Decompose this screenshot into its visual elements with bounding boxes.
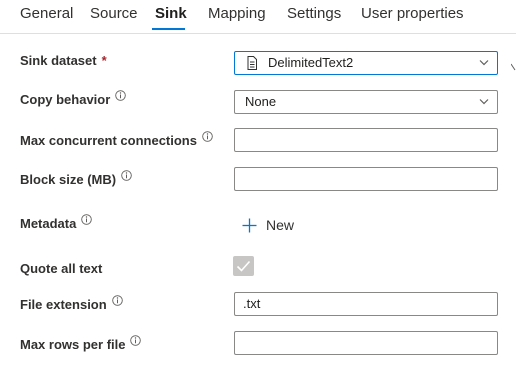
max-concurrent-connections-label-text: Max concurrent connections: [20, 133, 197, 148]
chevron-down-icon: [479, 60, 489, 66]
required-marker: *: [101, 53, 107, 68]
plus-icon: [242, 218, 257, 232]
block-size-label-text: Block size (MB): [20, 172, 117, 187]
copy-behavior-dropdown[interactable]: None: [234, 90, 498, 114]
scrollbar-arrow-icon[interactable]: [511, 63, 516, 71]
tab-settings[interactable]: Settings: [287, 5, 341, 22]
block-size-label: Block size (MB): [20, 170, 132, 187]
sink-dataset-value: DelimitedText2: [268, 55, 354, 70]
file-extension-input[interactable]: .txt: [234, 292, 498, 316]
max-rows-per-file-label: Max rows per file: [20, 335, 142, 352]
add-metadata-button[interactable]: New: [242, 214, 294, 236]
copy-behavior-label-text: Copy behavior: [20, 92, 111, 107]
copy-behavior-value: None: [245, 94, 277, 109]
active-tab-indicator: [152, 28, 185, 30]
sink-dataset-dropdown[interactable]: DelimitedText2: [234, 51, 498, 75]
metadata-label-text: Metadata: [20, 216, 77, 231]
metadata-label: Metadata: [20, 214, 93, 231]
chevron-down-icon: [479, 99, 489, 105]
quote-all-text-label: Quote all text: [20, 261, 102, 276]
max-concurrent-connections-input[interactable]: [234, 128, 498, 152]
info-icon[interactable]: [111, 295, 123, 306]
tab-user-properties[interactable]: User properties: [361, 5, 464, 22]
sink-dataset-label-text: Sink dataset: [20, 53, 97, 68]
info-icon[interactable]: [115, 90, 127, 101]
max-concurrent-connections-label: Max concurrent connections: [20, 131, 213, 148]
sink-dataset-label: Sink dataset *: [20, 53, 107, 68]
info-icon[interactable]: [121, 170, 132, 181]
block-size-input[interactable]: [234, 167, 498, 191]
dataset-file-icon: [247, 56, 257, 70]
info-icon[interactable]: [81, 214, 93, 225]
tab-mapping[interactable]: Mapping: [208, 5, 266, 22]
file-extension-label-text: File extension: [20, 297, 107, 312]
info-icon[interactable]: [202, 131, 213, 142]
tab-divider: [0, 33, 516, 34]
max-rows-per-file-label-text: Max rows per file: [20, 337, 126, 352]
tab-bar: General Source Sink Mapping Settings Use…: [0, 0, 516, 34]
tab-general[interactable]: General: [20, 5, 73, 22]
file-extension-value: .txt: [243, 296, 261, 311]
new-button-label: New: [266, 217, 295, 233]
info-icon[interactable]: [130, 335, 142, 346]
checkmark-icon: [236, 260, 251, 272]
copy-behavior-label: Copy behavior: [20, 90, 127, 107]
quote-all-text-label-text: Quote all text: [20, 261, 103, 276]
tab-source[interactable]: Source: [90, 5, 138, 22]
tab-sink[interactable]: Sink: [155, 5, 187, 22]
file-extension-label: File extension: [20, 295, 123, 312]
quote-all-text-checkbox[interactable]: [233, 256, 254, 276]
max-rows-per-file-input[interactable]: [234, 331, 498, 355]
